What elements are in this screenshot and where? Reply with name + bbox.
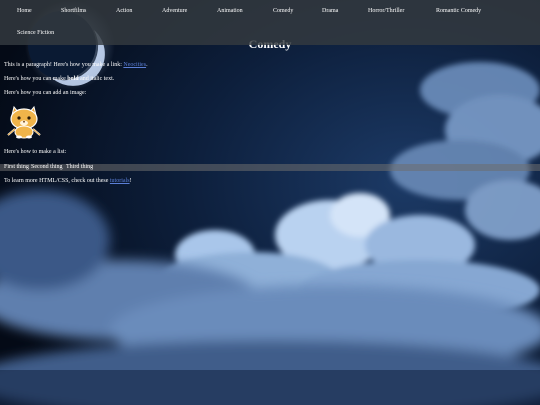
learn-more-line: To learn more HTML/CSS, check out these … (4, 178, 132, 184)
neocities-link[interactable]: Neocities (123, 62, 146, 68)
nav-romantic-comedy[interactable]: Romantic Comedy (436, 8, 481, 14)
bold-word: bold (67, 76, 79, 82)
nav-action[interactable]: Action (116, 8, 132, 14)
bold-prefix: Here's how you can make (4, 76, 68, 82)
nav-animation[interactable]: Animation (217, 8, 243, 14)
top-navbar: Home Shortfilms Action Adventure Animati… (0, 0, 540, 45)
cat-mascot-image (7, 105, 41, 139)
list-intro: Here's how to make a list: (4, 149, 67, 155)
list-item: First thing (4, 164, 29, 170)
bold-suffix: and italic text. (78, 76, 115, 82)
nav-comedy[interactable]: Comedy (273, 8, 293, 14)
nav-drama[interactable]: Drama (322, 8, 338, 14)
list-item: Second thing (31, 164, 63, 170)
nav-science-fiction[interactable]: Science Fiction (17, 30, 54, 36)
image-line: Here's how you can add an image: (4, 90, 87, 96)
paragraph-text: This is a paragraph! Here's how you make… (4, 62, 124, 68)
nav-adventure[interactable]: Adventure (162, 8, 187, 14)
learn-prefix: To learn more HTML/CSS, check out these (4, 178, 110, 184)
tutorials-link[interactable]: tutorials (110, 178, 130, 184)
bold-italic-line: Here's how you can make bold and italic … (4, 76, 114, 82)
main-content: Comedy This is a paragraph! Here's how y… (0, 0, 540, 405)
list-item: Third thing (66, 164, 94, 170)
paragraph-link-line: This is a paragraph! Here's how you make… (4, 62, 148, 68)
paragraph-suffix: . (146, 62, 148, 68)
nav-shortfilms[interactable]: Shortfilms (61, 8, 86, 14)
learn-suffix: ! (129, 178, 132, 184)
nav-horror-thriller[interactable]: Horror/Thriller (368, 8, 404, 14)
nav-home[interactable]: Home (17, 8, 32, 14)
